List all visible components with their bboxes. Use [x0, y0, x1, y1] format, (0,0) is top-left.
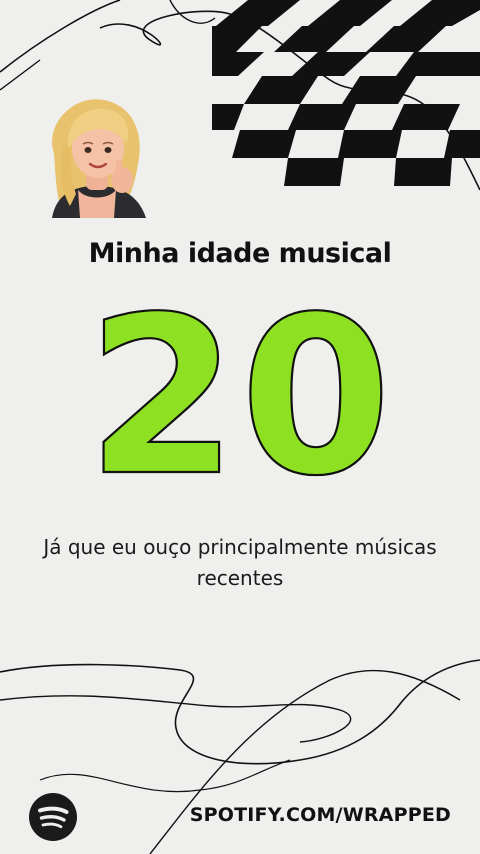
wrapped-story-card: Minha idade musical 20 Já que eu ouço pr…	[0, 0, 480, 854]
spotify-logo-icon[interactable]	[29, 793, 77, 841]
scribble-line-bottom-3	[149, 669, 461, 854]
scribble-line-bottom-4	[39, 759, 291, 793]
story-heading: Minha idade musical	[88, 238, 392, 269]
avatar-illustration	[52, 99, 146, 218]
checker-pattern	[212, 0, 480, 186]
music-age-number: 20	[86, 300, 393, 490]
spotify-wrapped-link[interactable]: SPOTIFY.COM/WRAPPED	[190, 804, 451, 826]
music-age-value: 20	[85, 300, 393, 490]
story-description: Já que eu ouço principalmente músicas re…	[43, 535, 437, 590]
